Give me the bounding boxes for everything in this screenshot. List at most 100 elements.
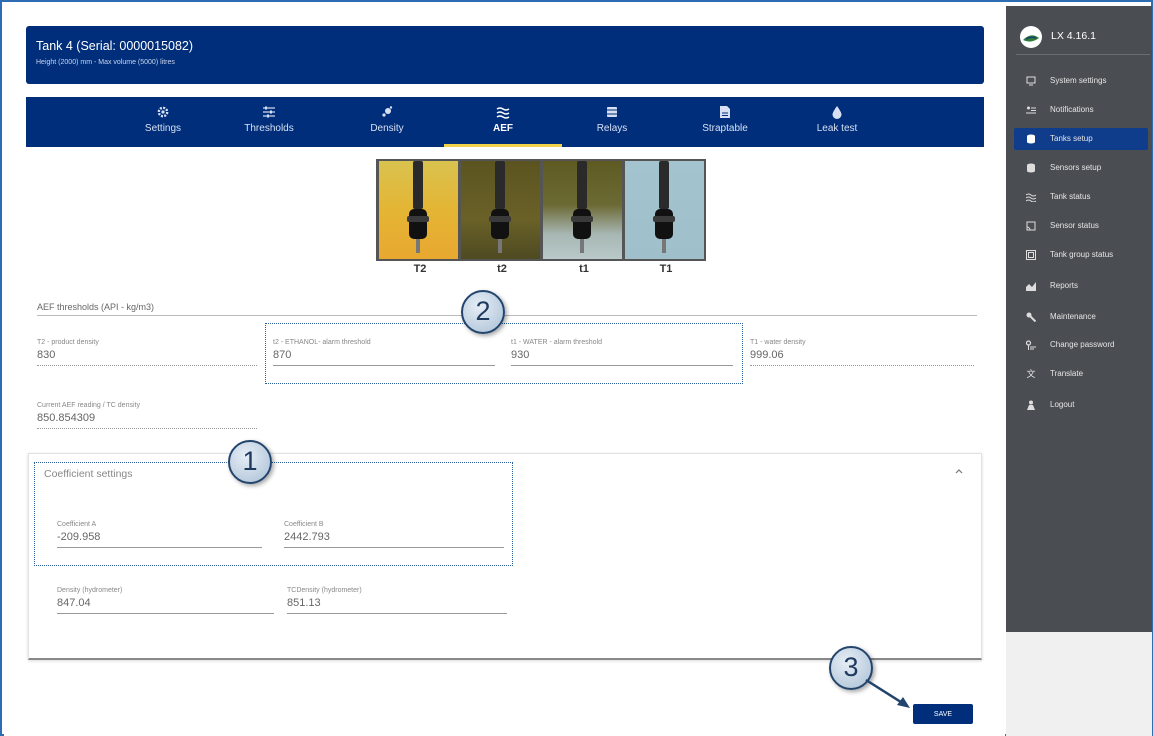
waves-icon (496, 107, 510, 119)
chart-icon (1026, 282, 1036, 291)
tab-relays[interactable]: Relays (553, 97, 671, 147)
tab-label: Settings (144, 123, 182, 134)
sensor-label-T2: T2 (413, 263, 427, 275)
sensor-label-t1: t1 (579, 263, 589, 275)
app-version: LX 4.16.1 (1051, 30, 1096, 42)
save-button[interactable]: SAVE (913, 704, 973, 724)
sidebar-item-sensor-status[interactable]: Sensor status (1014, 215, 1148, 237)
drops-icon (382, 106, 393, 117)
tank-header: Tank 4 (Serial: 0000015082) Height (2000… (26, 26, 984, 84)
cast-icon (1026, 221, 1036, 231)
sidebar-item-maintenance[interactable]: Maintenance (1014, 306, 1148, 328)
density-hydrometer-field[interactable]: Density (hydrometer) 847.04 (57, 587, 274, 614)
t2-product-density-field[interactable]: T2 - product density 830 (37, 339, 257, 366)
tab-bar: Settings Thresholds Density AEF Relays S… (26, 97, 984, 147)
field-label: T2 - product density (37, 339, 99, 346)
translate-icon: 文 (1026, 369, 1036, 379)
divider (37, 315, 977, 316)
field-value: 2442.793 (284, 531, 330, 543)
tab-label: Relays (596, 123, 628, 134)
gear-icon (157, 106, 169, 118)
tab-leak-test[interactable]: Leak test (778, 97, 896, 147)
tcdensity-hydrometer-field[interactable]: TCDensity (hydrometer) 851.13 (287, 587, 507, 614)
sidebar-item-label: Tank status (1050, 192, 1091, 201)
coefficient-a-field[interactable]: Coefficient A -209.958 (57, 521, 262, 548)
field-value: 930 (511, 349, 530, 361)
sensor-label-T1: T1 (659, 263, 673, 275)
field-value: 830 (37, 349, 56, 361)
field-label: T1 - water density (750, 339, 806, 346)
panel-t2 (461, 161, 540, 259)
sidebar-item-logout[interactable]: Logout (1014, 394, 1148, 416)
T1-water-density-field[interactable]: T1 - water density 999.06 (750, 339, 974, 366)
coefficient-b-field[interactable]: Coefficient B 2442.793 (284, 521, 504, 548)
field-label: Current AEF reading / TC density (37, 402, 140, 409)
sidebar-item-sensors-setup[interactable]: Sensors setup (1014, 157, 1148, 179)
sidebar: LX 4.16.1 System settings Notifications … (1006, 6, 1152, 632)
field-label: Density (hydrometer) (57, 587, 123, 594)
sidebar-item-reports[interactable]: Reports (1014, 275, 1148, 297)
sidebar-item-system-settings[interactable]: System settings (1014, 70, 1148, 92)
tank-subtitle: Height (2000) mm - Max volume (5000) lit… (36, 59, 175, 66)
database-icon (1027, 134, 1035, 144)
callout-1: 1 (228, 440, 272, 484)
tab-label: Leak test (816, 123, 858, 134)
tab-label: Straptable (702, 123, 748, 134)
coefficient-settings-title: Coefficient settings (44, 468, 133, 480)
sidebar-item-label: Reports (1050, 281, 1079, 290)
chevron-up-icon[interactable] (953, 465, 965, 477)
t2-ethanol-threshold-field[interactable]: t2 - ETHANOL- alarm threshold 870 (273, 339, 495, 366)
field-label: Coefficient A (57, 521, 97, 528)
tab-density[interactable]: Density (328, 97, 446, 147)
sidebar-item-tank-status[interactable]: Tank status (1014, 186, 1148, 208)
sidebar-item-label: Sensors setup (1050, 163, 1102, 172)
database-icon (1027, 163, 1035, 173)
sidebar-item-tank-group-status[interactable]: Tank group status (1014, 244, 1148, 266)
current-aef-reading-field: Current AEF reading / TC density 850.854… (37, 402, 257, 429)
notifications-icon (1026, 106, 1036, 114)
relays-icon (607, 107, 617, 117)
sensor-illustration (376, 159, 706, 261)
sidebar-item-label: Notifications (1050, 105, 1094, 114)
panel-T2 (379, 161, 458, 259)
main-content: Tank 4 (Serial: 0000015082) Height (2000… (4, 4, 1005, 736)
sidebar-item-label: Maintenance (1050, 312, 1096, 321)
sidebar-item-label: Translate (1050, 369, 1084, 378)
field-label: t1 - WATER - alarm threshold (511, 339, 603, 346)
tank-title: Tank 4 (Serial: 0000015082) (36, 39, 194, 53)
t1-water-threshold-field[interactable]: t1 - WATER - alarm threshold 930 (511, 339, 733, 366)
app-frame: Tank 4 (Serial: 0000015082) Height (2000… (0, 0, 1153, 736)
panel-t1 (543, 161, 622, 259)
field-label: TCDensity (hydrometer) (287, 587, 362, 594)
field-value: 851.13 (287, 597, 321, 609)
tab-thresholds[interactable]: Thresholds (210, 97, 328, 147)
tab-settings[interactable]: Settings (104, 97, 222, 147)
field-value: 870 (273, 349, 292, 361)
field-value: 847.04 (57, 597, 91, 609)
tab-aef[interactable]: AEF (444, 97, 562, 147)
callout-2: 2 (461, 290, 505, 334)
aef-thresholds-heading: AEF thresholds (API - kg/m3) (37, 302, 155, 312)
panel-T1 (625, 161, 704, 259)
tab-label: Thresholds (244, 123, 294, 134)
field-label: Coefficient B (284, 521, 324, 528)
field-value: 999.06 (750, 349, 784, 361)
sidebar-item-translate[interactable]: 文 Translate (1014, 363, 1148, 385)
callout-3: 3 (829, 646, 873, 690)
tab-straptable[interactable]: Straptable (666, 97, 784, 147)
logout-icon (1027, 400, 1035, 410)
sidebar-item-label: Tank group status (1050, 250, 1114, 259)
drop-icon (832, 106, 842, 119)
sidebar-item-notifications[interactable]: Notifications (1014, 99, 1148, 121)
group-icon (1026, 250, 1036, 260)
sidebar-item-label: Tanks setup (1050, 134, 1093, 143)
wrench-icon (1026, 312, 1036, 322)
monitor-icon (1026, 76, 1036, 86)
sidebar-item-change-password[interactable]: Change password (1014, 334, 1148, 356)
sidebar-item-tanks-setup[interactable]: Tanks setup (1014, 128, 1148, 150)
tab-label: AEF (493, 123, 513, 134)
sliders-icon (263, 106, 275, 118)
sidebar-item-label: System settings (1050, 76, 1107, 85)
sidebar-item-label: Change password (1050, 340, 1115, 349)
divider (1016, 54, 1150, 55)
